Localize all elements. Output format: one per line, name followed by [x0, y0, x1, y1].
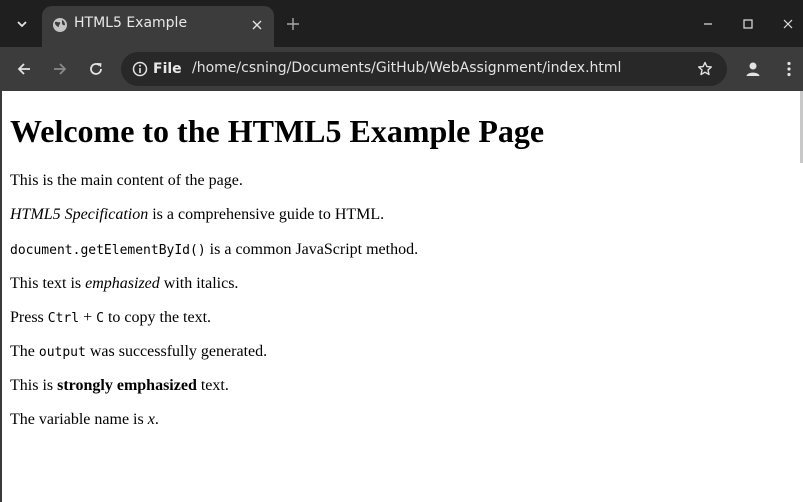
paragraph-text: This text is	[10, 275, 86, 292]
page-heading: Welcome to the HTML5 Example Page	[10, 113, 545, 149]
paragraph-text: is a comprehensive guide to HTML.	[148, 206, 385, 223]
kbd-c: C	[96, 311, 104, 326]
paragraph-main-content: This is the main content of the page.	[10, 171, 243, 191]
url-text[interactable]: /home/csning/Documents/GitHub/WebAssignm…	[192, 60, 621, 76]
strong-text: strongly emphasized	[57, 377, 197, 394]
tab-search-button[interactable]	[10, 12, 34, 36]
globe-icon	[53, 18, 67, 32]
maximize-button[interactable]	[736, 12, 760, 36]
paragraph-text: is a common JavaScript method.	[205, 241, 419, 258]
paragraph-text: text.	[196, 377, 229, 394]
active-tab[interactable]: HTML5 Example	[42, 6, 274, 47]
minimize-icon	[704, 23, 712, 25]
browser-toolbar: File /home/csning/Documents/GitHub/WebAs…	[0, 47, 803, 91]
close-icon	[252, 20, 262, 30]
paragraph-text: with italics.	[159, 275, 239, 292]
emphasized-text: emphasized	[85, 275, 160, 292]
var-text: x	[147, 411, 155, 428]
paragraph-variable: The variable name is x.	[10, 410, 159, 430]
cite-text: HTML5 Specification	[10, 206, 149, 223]
paragraph-keyboard: Press Ctrl + C to copy the text.	[10, 308, 211, 329]
window-close-button[interactable]	[776, 12, 800, 36]
paragraph-sample-output: The output was successfully generated.	[10, 342, 267, 363]
scheme-label: File	[153, 61, 182, 77]
paragraph-text: to copy the text.	[103, 309, 212, 326]
window-close-icon	[783, 19, 793, 29]
star-icon	[698, 61, 712, 76]
profile-button[interactable]	[739, 55, 767, 83]
code-text: document.getElementById()	[10, 243, 206, 258]
page-viewport: Welcome to the HTML5 Example Page This i…	[0, 91, 803, 502]
reload-icon	[90, 63, 102, 75]
paragraph-cite: HTML5 Specification is a comprehensive g…	[10, 205, 384, 225]
bookmark-button[interactable]	[695, 59, 715, 79]
paragraph-text: was successfully generated.	[85, 343, 268, 360]
tab-close-button[interactable]	[248, 16, 266, 34]
tab-search-icon	[17, 21, 27, 28]
tab-strip: HTML5 Example	[0, 0, 803, 47]
maximize-icon	[743, 19, 753, 29]
profile-icon	[746, 62, 760, 76]
plus-icon	[287, 18, 299, 30]
paragraph-text: The	[10, 343, 39, 360]
paragraph-text: +	[79, 309, 97, 326]
back-arrow-icon	[17, 63, 30, 75]
kbd-ctrl: Ctrl	[47, 311, 80, 326]
paragraph-text: The variable name is	[10, 411, 148, 428]
page-content: Welcome to the HTML5 Example Page This i…	[10, 111, 790, 428]
paragraph-text: This is	[10, 377, 58, 394]
back-button[interactable]	[10, 55, 38, 83]
kebab-menu-icon	[787, 61, 791, 77]
reload-button[interactable]	[82, 55, 110, 83]
paragraph-strong: This is strongly emphasized text.	[10, 376, 229, 396]
samp-text: output	[38, 345, 86, 360]
new-tab-button[interactable]	[283, 14, 303, 34]
paragraph-emphasis: This text is emphasized with italics.	[10, 274, 238, 294]
forward-button[interactable]	[46, 55, 74, 83]
paragraph-code: document.getElementById() is a common Ja…	[10, 240, 418, 261]
paragraph-text: Press	[10, 309, 48, 326]
address-bar[interactable]: File /home/csning/Documents/GitHub/WebAs…	[121, 52, 727, 86]
forward-arrow-icon	[54, 63, 67, 75]
site-info-button[interactable]: File	[121, 52, 185, 86]
window-edge	[0, 91, 2, 502]
tab-title: HTML5 Example	[74, 15, 188, 31]
paragraph-text: This is the main content of the page.	[10, 172, 243, 189]
minimize-button[interactable]	[696, 12, 720, 36]
menu-button[interactable]	[775, 55, 803, 83]
paragraph-text: .	[154, 411, 159, 428]
info-icon	[132, 61, 148, 77]
